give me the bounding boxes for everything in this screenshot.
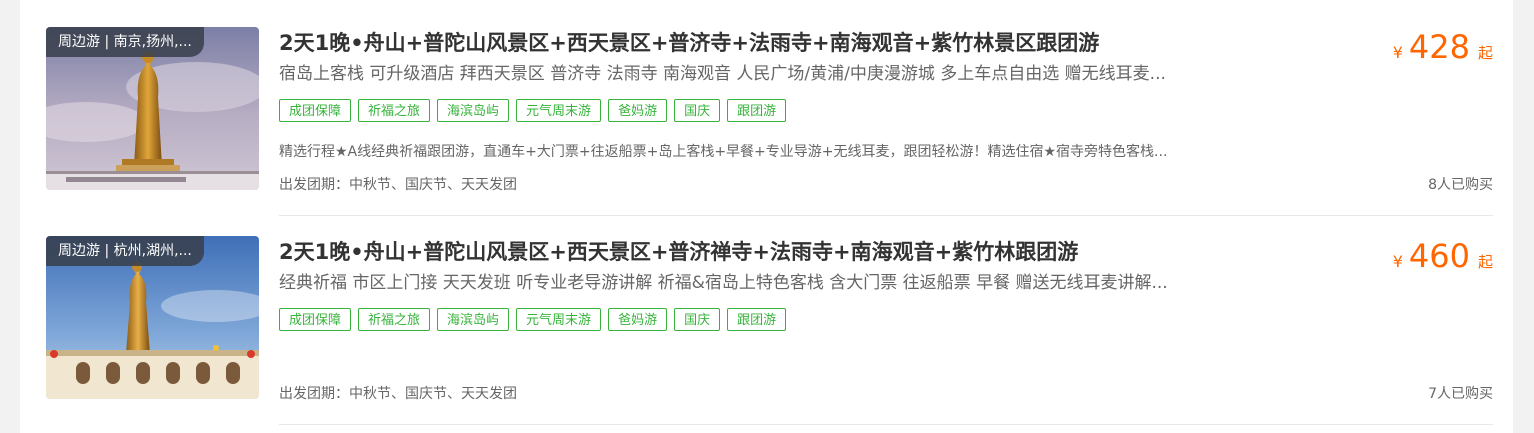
product-image[interactable]: 周边游 | 杭州,湖州,... xyxy=(46,236,259,399)
tag-group-guarantee: 成团保障 xyxy=(279,99,352,122)
price-value: 428 xyxy=(1408,28,1470,66)
tag-blessing-trip: 祈福之旅 xyxy=(358,99,431,122)
price-from-label: 起 xyxy=(1477,44,1493,62)
tag-parents-trip: 爸妈游 xyxy=(608,308,668,331)
tag-weekend-trip: 元气周末游 xyxy=(516,99,602,122)
product-price: ¥428 起 xyxy=(1393,27,1493,73)
product-image-tag: 周边游 | 南京,扬州,... xyxy=(46,27,204,57)
product-tags: 成团保障 祈福之旅 海滨岛屿 元气周末游 爸妈游 国庆 跟团游 xyxy=(279,308,787,331)
departure-dates: 出发团期：中秋节、国庆节、天天发团 xyxy=(279,386,517,402)
tag-national-day: 国庆 xyxy=(674,308,721,331)
tag-group-guarantee: 成团保障 xyxy=(279,308,352,331)
product-tags: 成团保障 祈福之旅 海滨岛屿 元气周末游 爸妈游 国庆 跟团游 xyxy=(279,99,787,122)
product-description: 精选行程★A线经典祈福跟团游，直通车+大门票+往返船票+岛上客栈+早餐+专业导游… xyxy=(279,144,1168,160)
product-title[interactable]: 2天1晚•舟山+普陀山风景区+西天景区+普济寺+法雨寺+南海观音+紫竹林景区跟团… xyxy=(279,28,1329,58)
product-image-tag: 周边游 | 杭州,湖州,... xyxy=(46,236,204,266)
product-image[interactable]: 周边游 | 南京,扬州,... xyxy=(46,27,259,190)
tag-blessing-trip: 祈福之旅 xyxy=(358,308,431,331)
product-card-1[interactable]: 周边游 | 南京,扬州,... 2天1晚•舟山+普陀山风景区+西天景区+普济寺+… xyxy=(20,6,1513,216)
product-price: ¥460 起 xyxy=(1393,236,1493,282)
currency-symbol: ¥ xyxy=(1392,252,1403,271)
product-list: 周边游 | 南京,扬州,... 2天1晚•舟山+普陀山风景区+西天景区+普济寺+… xyxy=(20,0,1513,433)
product-card-2[interactable]: 周边游 | 杭州,湖州,... 2天1晚•舟山+普陀山风景区+西天景区+普济禅寺… xyxy=(20,215,1513,425)
product-subtitle: 经典祈福 市区上门接 天天发班 听专业老导游讲解 祈福&宿岛上特色客栈 含大门票… xyxy=(279,273,1168,293)
tag-group-tour: 跟团游 xyxy=(727,308,787,331)
product-title[interactable]: 2天1晚•舟山+普陀山风景区+西天景区+普济禅寺+法雨寺+南海观音+紫竹林跟团游 xyxy=(279,237,1329,267)
tag-national-day: 国庆 xyxy=(674,99,721,122)
departure-dates: 出发团期：中秋节、国庆节、天天发团 xyxy=(279,177,517,193)
tag-group-tour: 跟团游 xyxy=(727,99,787,122)
tag-seaside-island: 海滨岛屿 xyxy=(437,99,510,122)
item-divider xyxy=(279,424,1493,425)
purchase-count: 7人已购买 xyxy=(1428,386,1493,402)
price-from-label: 起 xyxy=(1477,253,1493,271)
product-subtitle: 宿岛上客栈 可升级酒店 拜西天景区 普济寺 法雨寺 南海观音 人民广场/黄浦/中… xyxy=(279,64,1166,84)
tag-weekend-trip: 元气周末游 xyxy=(516,308,602,331)
currency-symbol: ¥ xyxy=(1392,43,1403,62)
tag-seaside-island: 海滨岛屿 xyxy=(437,308,510,331)
price-value: 460 xyxy=(1408,237,1470,275)
tag-parents-trip: 爸妈游 xyxy=(608,99,668,122)
purchase-count: 8人已购买 xyxy=(1428,177,1493,193)
